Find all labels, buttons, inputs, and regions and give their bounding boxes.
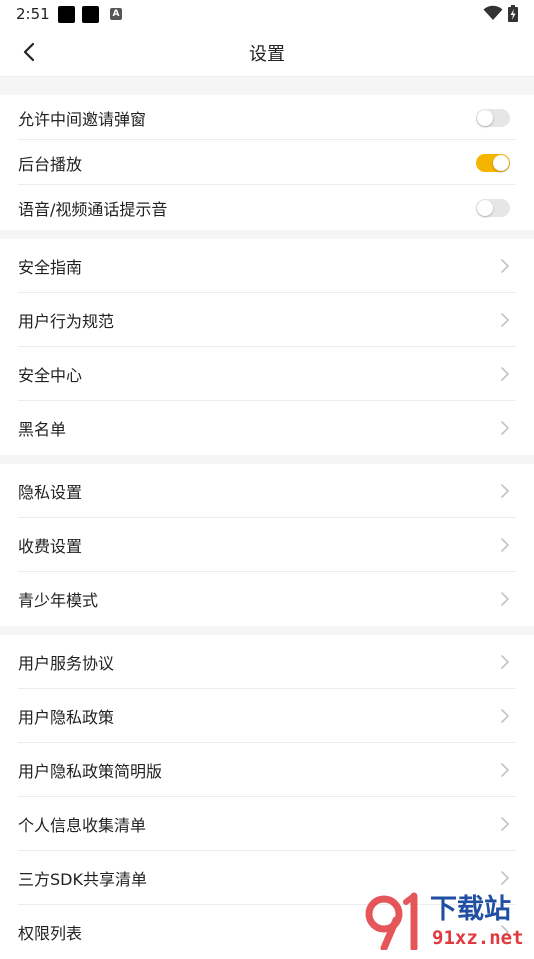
- setting-label: 允许中间邀请弹窗: [18, 109, 147, 129]
- chevron-right-icon: [501, 709, 509, 723]
- chevron-right-icon: [501, 259, 509, 273]
- setting-row-blacklist[interactable]: 黑名单: [0, 401, 534, 455]
- setting-row-invite-popup[interactable]: 允许中间邀请弹窗: [0, 95, 534, 140]
- setting-row-safety-guide[interactable]: 安全指南: [0, 239, 534, 293]
- call-sound-toggle[interactable]: [476, 198, 510, 217]
- setting-label: 后台播放: [18, 154, 83, 174]
- chevron-right-icon: [501, 367, 509, 381]
- setting-label: 语音/视频通话提示音: [18, 199, 168, 219]
- invite-popup-toggle[interactable]: [476, 108, 510, 127]
- setting-label: 青少年模式: [18, 591, 99, 610]
- setting-row-privacy-policy-brief[interactable]: 用户隐私政策简明版: [0, 743, 534, 797]
- toggle-settings-group: 允许中间邀请弹窗 后台播放 语音/视频通话提示音: [0, 95, 534, 230]
- setting-label: 隐私设置: [18, 483, 83, 502]
- setting-label: 黑名单: [18, 420, 67, 439]
- watermark-site: 91xz.net: [432, 927, 524, 949]
- setting-row-background-play[interactable]: 后台播放: [0, 140, 534, 185]
- notification-a-icon: A: [110, 8, 122, 20]
- site-watermark-logo: 下载站 91xz.net: [365, 892, 524, 950]
- setting-label: 权限列表: [18, 924, 83, 943]
- setting-label: 安全中心: [18, 366, 83, 385]
- chevron-right-icon: [501, 592, 509, 606]
- setting-label: 用户隐私政策: [18, 708, 115, 727]
- setting-row-youth-mode[interactable]: 青少年模式: [0, 572, 534, 626]
- page-title: 设置: [249, 44, 285, 65]
- setting-row-privacy-policy[interactable]: 用户隐私政策: [0, 689, 534, 743]
- setting-row-personal-info-list[interactable]: 个人信息收集清单: [0, 797, 534, 851]
- watermark-brand: 下载站: [430, 894, 511, 925]
- status-time: 2:51: [16, 5, 50, 23]
- safety-settings-group: 安全指南 用户行为规范 安全中心 黑名单: [0, 239, 534, 455]
- chevron-right-icon: [501, 871, 509, 885]
- status-bar: 2:51 A: [0, 0, 534, 28]
- chevron-right-icon: [501, 421, 509, 435]
- chevron-right-icon: [501, 484, 509, 498]
- setting-row-charges[interactable]: 收费设置: [0, 518, 534, 572]
- setting-label: 三方SDK共享清单: [18, 870, 147, 889]
- setting-label: 个人信息收集清单: [18, 816, 147, 835]
- background-play-toggle[interactable]: [476, 153, 510, 172]
- setting-row-safety-center[interactable]: 安全中心: [0, 347, 534, 401]
- chevron-right-icon: [501, 817, 509, 831]
- setting-label: 安全指南: [18, 258, 83, 277]
- setting-row-call-sound[interactable]: 语音/视频通话提示音: [0, 185, 534, 230]
- battery-charging-icon: [508, 5, 518, 22]
- wifi-icon: [483, 5, 503, 20]
- setting-row-behavior-rules[interactable]: 用户行为规范: [0, 293, 534, 347]
- app-header: 设置: [0, 28, 534, 77]
- chevron-right-icon: [501, 313, 509, 327]
- chevron-right-icon: [501, 655, 509, 669]
- setting-label: 收费设置: [18, 537, 83, 556]
- notification-square-icon: [58, 6, 75, 23]
- setting-label: 用户服务协议: [18, 654, 115, 673]
- setting-label: 用户行为规范: [18, 312, 115, 331]
- setting-label: 用户隐私政策简明版: [18, 762, 163, 781]
- setting-row-privacy[interactable]: 隐私设置: [0, 464, 534, 518]
- chevron-right-icon: [501, 538, 509, 552]
- setting-row-service-agreement[interactable]: 用户服务协议: [0, 635, 534, 689]
- notification-square-icon: [82, 6, 99, 23]
- privacy-settings-group: 隐私设置 收费设置 青少年模式: [0, 464, 534, 626]
- chevron-right-icon: [501, 763, 509, 777]
